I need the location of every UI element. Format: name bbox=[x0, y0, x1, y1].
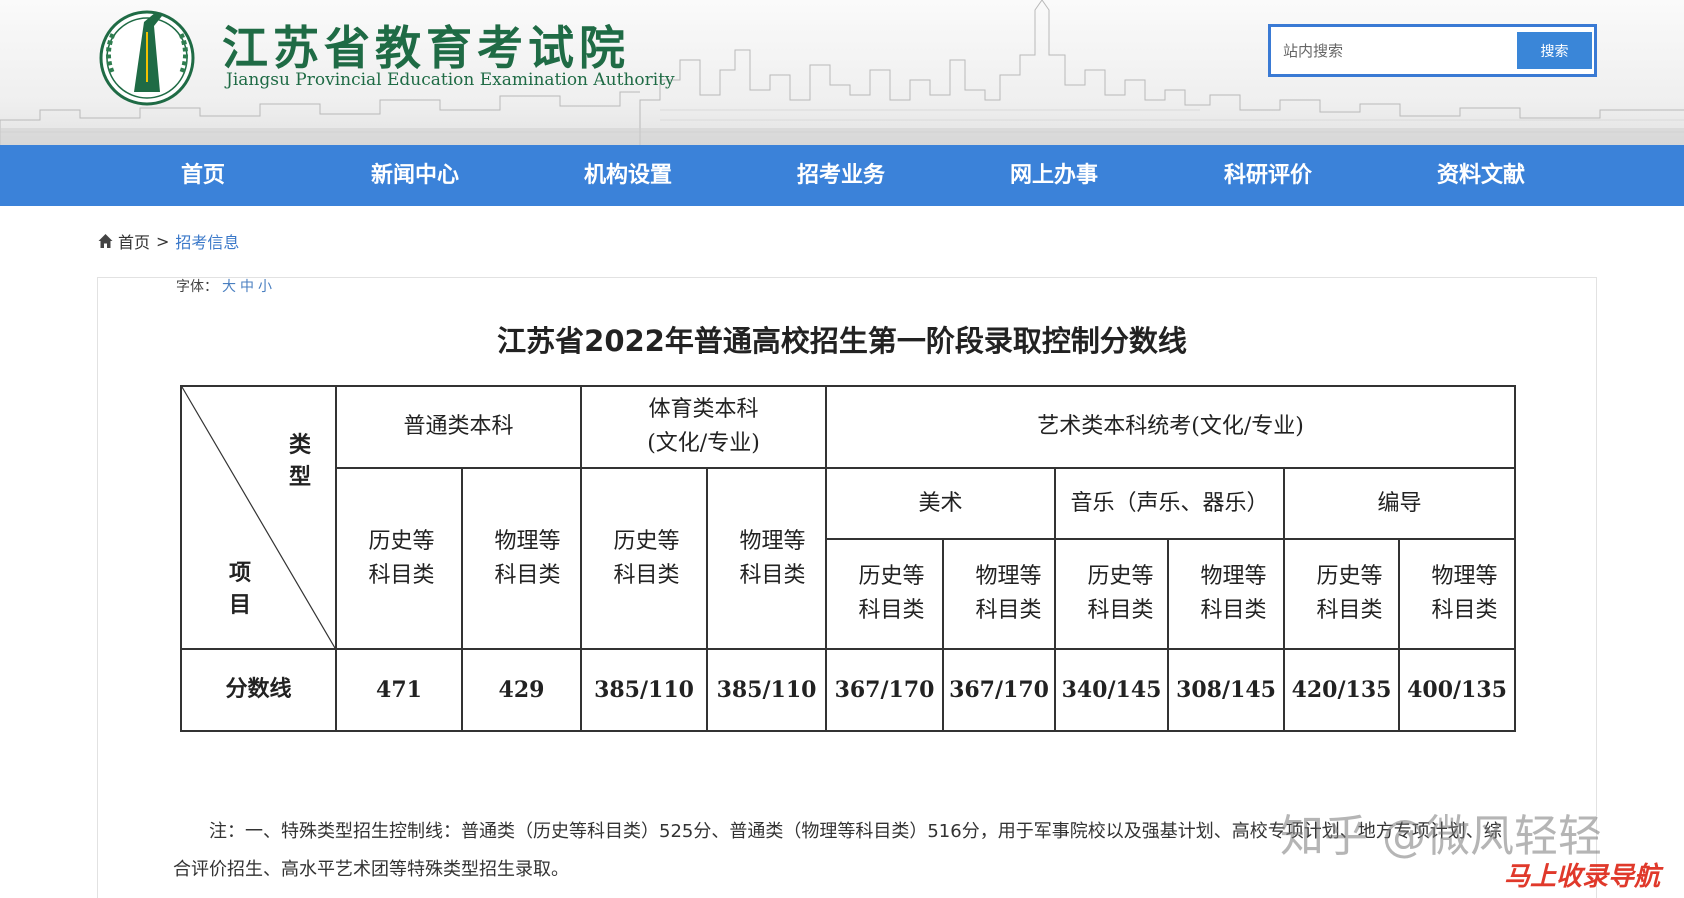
font-size-large[interactable]: 大 bbox=[222, 279, 236, 295]
group-header-yishu: 艺术类本科统考(文化/专业) bbox=[825, 385, 1517, 469]
nav-item-organization[interactable]: 机构设置 bbox=[538, 145, 718, 206]
table-header-row-2: 历史等 科目类 物理等 科目类 历史等 科目类 物理等 科目类 美术 音乐（声乐、器乐）… bbox=[181, 467, 1517, 650]
score-cell: 308/145 bbox=[1167, 648, 1286, 732]
breadcrumb-separator: > bbox=[156, 231, 170, 251]
diagonal-line bbox=[182, 387, 335, 648]
table-row-score: 分数线 471 429 385/110 385/110 367/170 367/… bbox=[180, 648, 1517, 732]
score-cell: 471 bbox=[335, 648, 463, 732]
breadcrumb-current-link[interactable]: 招考信息 bbox=[175, 229, 239, 253]
nav-item-research[interactable]: 科研评价 bbox=[1178, 145, 1358, 206]
score-cell: 367/170 bbox=[825, 648, 945, 732]
subgroup-biandao: 编导 bbox=[1283, 467, 1517, 540]
table-corner-cell: 类型 项目 bbox=[180, 385, 337, 650]
site-title-chinese: 江苏省教育考试院 bbox=[222, 21, 630, 75]
score-cell: 429 bbox=[460, 648, 583, 732]
site-header: 江苏省教育考试院 Jiangsu Provincial Education Ex… bbox=[0, 0, 1684, 145]
subgroup-yinyue: 音乐（声乐、器乐） bbox=[1054, 467, 1286, 540]
font-size-medium[interactable]: 中 bbox=[240, 279, 254, 295]
logo-emblem-icon bbox=[99, 10, 195, 106]
search-input[interactable] bbox=[1279, 32, 1519, 69]
col-tiyu-physics: 物理等 科目类 bbox=[706, 467, 828, 650]
main-nav: 首页 新闻中心 机构设置 招考业务 网上办事 科研评价 资料文献 bbox=[0, 145, 1684, 206]
col-tiyu-history: 历史等 科目类 bbox=[580, 467, 709, 650]
group-header-tiyu: 体育类本科 (文化/专业) bbox=[580, 385, 828, 469]
tiyu-line1: 体育类本科 bbox=[648, 397, 759, 422]
col-putong-physics: 物理等 科目类 bbox=[460, 467, 583, 650]
table-header-row-1: 类型 项目 普通类本科 体育类本科 (文化/专业) 艺术类本科统考(文化/专业) bbox=[180, 385, 1517, 650]
score-table: 类型 项目 普通类本科 体育类本科 (文化/专业) 艺术类本科统考(文化/专业)… bbox=[180, 385, 1517, 732]
score-cell: 340/145 bbox=[1054, 648, 1170, 732]
tiyu-line2: (文化/专业) bbox=[647, 431, 760, 456]
corner-type-label: 类型 bbox=[288, 432, 311, 490]
col-putong-history: 历史等 科目类 bbox=[335, 467, 463, 650]
nav-item-news-center[interactable]: 新闻中心 bbox=[325, 145, 505, 206]
row-label-score: 分数线 bbox=[180, 648, 337, 732]
col-yinyue-physics: 物理等 科目类 bbox=[1167, 538, 1286, 650]
score-cell: 420/135 bbox=[1283, 648, 1401, 732]
score-cell: 385/110 bbox=[580, 648, 709, 732]
article-title: 江苏省2022年普通高校招生第一阶段录取控制分数线 bbox=[497, 324, 1187, 358]
watermark-brand: 马上收录导航 bbox=[1504, 862, 1661, 892]
font-size-selector: 字体：大中小 bbox=[176, 276, 272, 296]
search-button[interactable]: 搜索 bbox=[1517, 32, 1592, 69]
watermark-text: 知乎 @微风轻轻 bbox=[1280, 811, 1602, 862]
score-cell: 367/170 bbox=[942, 648, 1057, 732]
col-biandao-history: 历史等 科目类 bbox=[1283, 538, 1401, 650]
score-cell: 400/135 bbox=[1398, 648, 1517, 732]
site-title-english: Jiangsu Provincial Education Examination… bbox=[226, 70, 675, 90]
group-header-putong: 普通类本科 bbox=[334, 385, 583, 469]
col-meishu-physics: 物理等 科目类 bbox=[942, 538, 1057, 650]
corner-item-label: 项目 bbox=[228, 560, 251, 618]
nav-item-admissions[interactable]: 招考业务 bbox=[751, 145, 931, 206]
nav-item-documents[interactable]: 资料文献 bbox=[1391, 145, 1571, 206]
col-yinyue-history: 历史等 科目类 bbox=[1054, 538, 1170, 650]
score-cell: 385/110 bbox=[706, 648, 828, 732]
col-meishu-history: 历史等 科目类 bbox=[825, 538, 945, 650]
col-biandao-physics: 物理等 科目类 bbox=[1398, 538, 1517, 650]
subgroup-meishu: 美术 bbox=[825, 467, 1057, 540]
nav-item-home[interactable]: 首页 bbox=[113, 145, 293, 206]
home-icon bbox=[98, 234, 113, 248]
font-size-small[interactable]: 小 bbox=[258, 279, 272, 295]
font-size-label: 字体： bbox=[176, 279, 218, 295]
breadcrumb-home-link[interactable]: 首页 bbox=[118, 229, 150, 253]
search-box: 搜索 bbox=[1268, 24, 1597, 77]
breadcrumb: 首页 > 招考信息 bbox=[97, 230, 239, 252]
nav-item-online-services[interactable]: 网上办事 bbox=[964, 145, 1144, 206]
